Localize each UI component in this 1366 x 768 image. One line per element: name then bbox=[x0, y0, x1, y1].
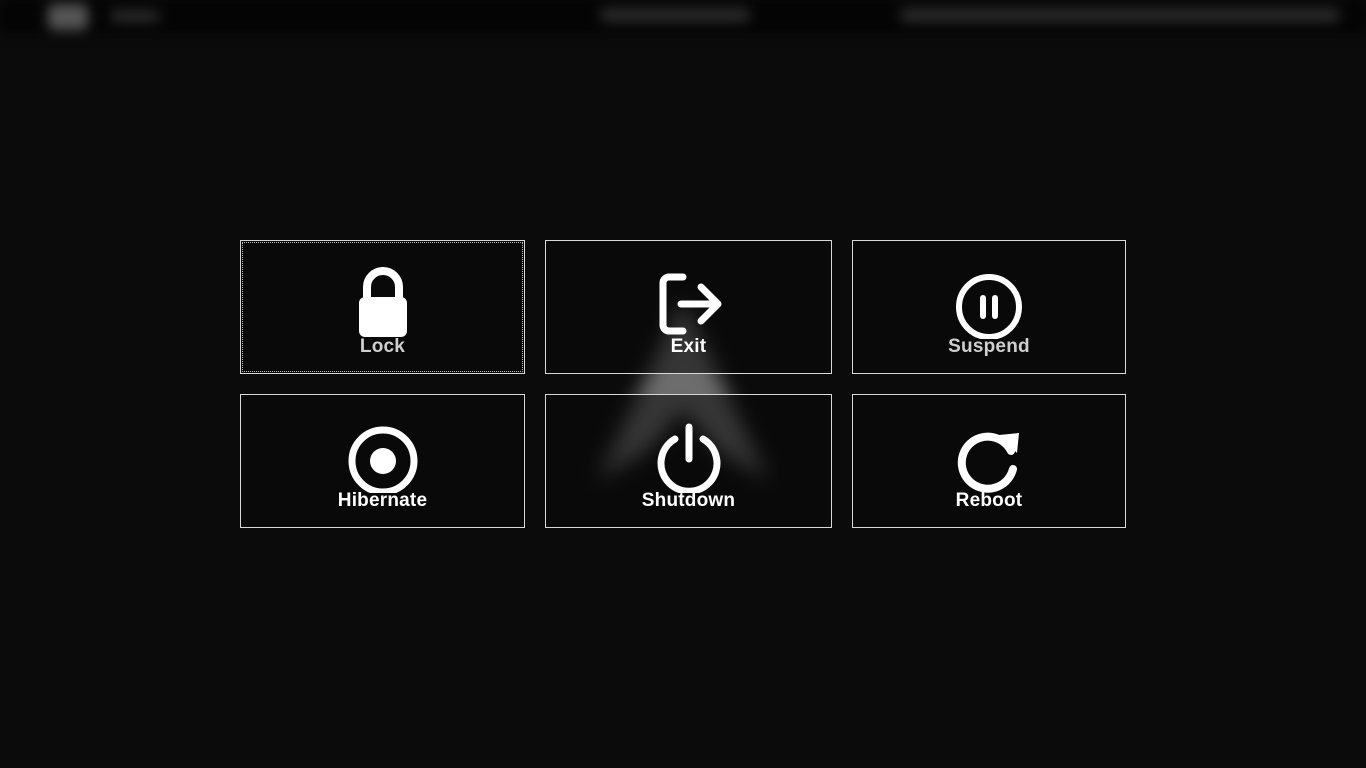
exit-button[interactable]: Exit bbox=[545, 240, 832, 374]
blurred-top-bar bbox=[0, 0, 1366, 34]
lock-icon bbox=[358, 267, 407, 337]
lock-button[interactable]: Lock bbox=[240, 240, 525, 374]
lock-label: Lock bbox=[359, 336, 406, 357]
power-icon bbox=[657, 423, 720, 493]
hibernate-button[interactable]: Hibernate bbox=[240, 394, 525, 528]
reboot-button[interactable]: Reboot bbox=[852, 394, 1126, 528]
record-circle-icon bbox=[348, 426, 417, 493]
reboot-label: Reboot bbox=[955, 490, 1023, 511]
shutdown-label: Shutdown bbox=[641, 490, 736, 511]
hibernate-label: Hibernate bbox=[337, 490, 428, 511]
logout-icon bbox=[659, 273, 721, 335]
suspend-button[interactable]: Suspend bbox=[852, 240, 1126, 374]
restart-icon bbox=[957, 432, 1019, 493]
pause-circle-icon bbox=[956, 274, 1022, 339]
logout-screen: Lock Exit Suspend Hibernate Shutdown Reb… bbox=[0, 0, 1366, 768]
suspend-label: Suspend bbox=[948, 336, 1030, 357]
exit-label: Exit bbox=[670, 336, 707, 357]
shutdown-button[interactable]: Shutdown bbox=[545, 394, 832, 528]
